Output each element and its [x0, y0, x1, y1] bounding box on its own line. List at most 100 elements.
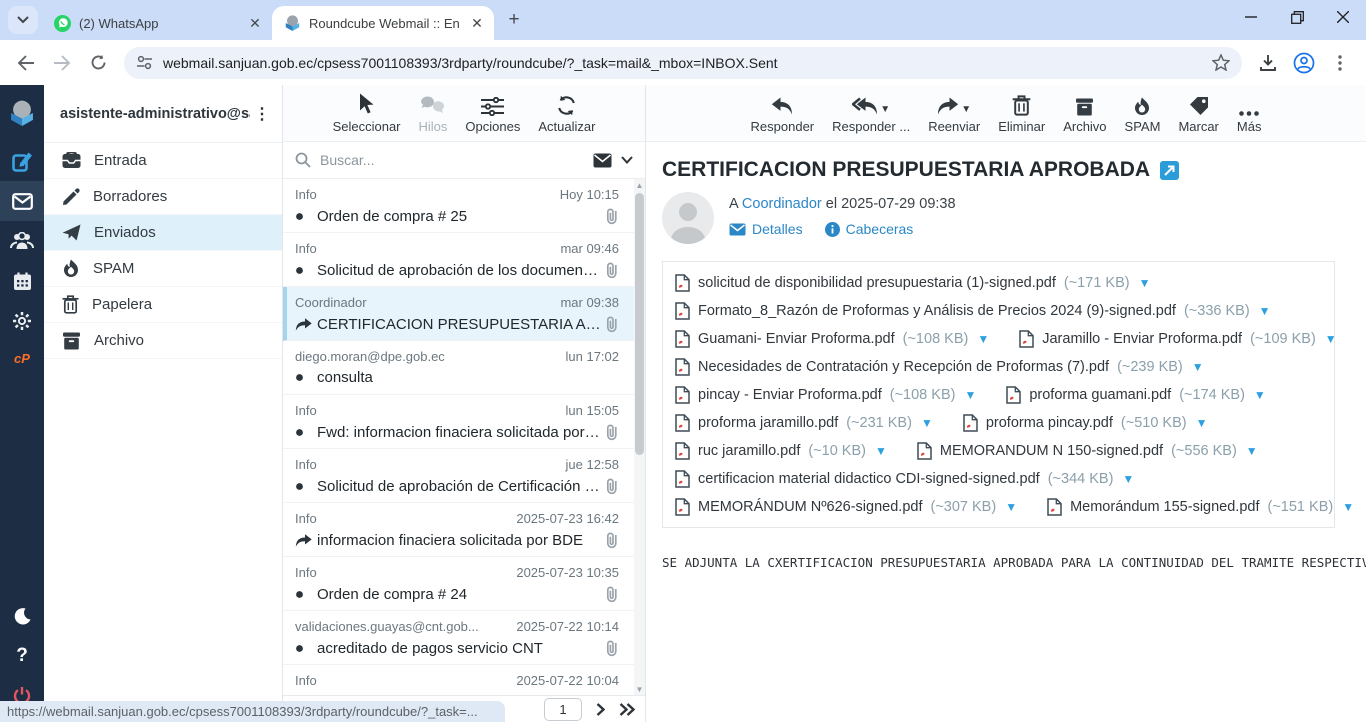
compose-button[interactable] [0, 141, 44, 181]
dark-mode-button[interactable] [0, 596, 44, 636]
list-toolbar-seleccionar-button[interactable]: Seleccionar [333, 92, 401, 134]
attachment-menu-caret[interactable]: ▼ [1139, 276, 1151, 290]
attachment-link[interactable]: Jaramillo - Enviar Proforma.pdf(~109 KB)… [1019, 330, 1336, 348]
account-email: asistente-administrativo@sa... [60, 106, 250, 122]
attachment-menu-caret[interactable]: ▼ [964, 388, 976, 402]
message-toolbar-ms-button[interactable]: Más [1237, 92, 1262, 134]
browser-menu-button[interactable] [1324, 47, 1356, 79]
attachment-menu-caret[interactable]: ▼ [1196, 416, 1208, 430]
new-tab-button[interactable]: + [500, 6, 528, 34]
account-menu-icon[interactable]: ⋮ [250, 102, 274, 126]
dropdown-caret-icon[interactable]: ▼ [961, 104, 971, 116]
attachment-link[interactable]: Guamani- Enviar Proforma.pdf(~108 KB)▼ [675, 330, 989, 348]
open-in-new-window-icon[interactable] [1160, 161, 1179, 180]
tab-whatsapp[interactable]: (2) WhatsApp ✕ [42, 6, 272, 40]
dropdown-caret-icon[interactable]: ▼ [880, 104, 890, 116]
folder-item-spam[interactable]: SPAM [44, 251, 282, 287]
search-options-chevron-icon[interactable] [621, 156, 633, 164]
message-row[interactable]: Infolun 15:05Fwd: informacion finaciera … [283, 395, 645, 449]
attachment-link[interactable]: proforma guamani.pdf(~174 KB)▼ [1006, 386, 1265, 404]
tab-search-button[interactable] [8, 6, 38, 34]
minimize-button[interactable] [1228, 0, 1274, 34]
account-header[interactable]: asistente-administrativo@sa... ⋮ [44, 85, 282, 143]
bookmark-star-icon[interactable] [1212, 54, 1230, 71]
message-row[interactable]: Coordinadormar 09:38CERTIFICACION PRESUP… [283, 287, 645, 341]
last-page-icon[interactable] [619, 703, 635, 716]
close-tab-icon[interactable]: ✕ [468, 14, 486, 32]
headers-toggle[interactable]: Cabeceras [825, 221, 914, 237]
tab-roundcube[interactable]: Roundcube Webmail :: Enviados ✕ [272, 6, 494, 40]
calendar-nav-button[interactable] [0, 261, 44, 301]
attachment-link[interactable]: MEMORANDUM N 150-signed.pdf(~556 KB)▼ [917, 442, 1258, 460]
list-scrollbar[interactable]: ▲ ▼ [634, 179, 645, 695]
message-row[interactable]: Infomar 09:46Solicitud de aprobación de … [283, 233, 645, 287]
folder-item-archivo[interactable]: Archivo [44, 323, 282, 359]
attachment-link[interactable]: proforma pincay.pdf(~510 KB)▼ [963, 414, 1208, 432]
next-page-icon[interactable] [596, 703, 605, 716]
search-scope-mail-icon[interactable] [593, 153, 612, 168]
message-row[interactable]: diego.moran@dpe.gob.eclun 17:02consulta [283, 341, 645, 395]
cpanel-button[interactable]: cP [0, 341, 44, 375]
message-row[interactable]: validaciones.guayas@cnt.gob...2025-07-22… [283, 611, 645, 665]
attachment-menu-caret[interactable]: ▼ [1325, 332, 1337, 346]
message-toolbar-eliminar-button[interactable]: Eliminar [998, 92, 1045, 134]
message-toolbar-marcar-button[interactable]: Marcar [1178, 92, 1218, 134]
help-button[interactable]: ? [0, 636, 44, 676]
message-toolbar-archivo-button[interactable]: Archivo [1063, 92, 1106, 134]
site-settings-icon[interactable] [136, 55, 153, 70]
message-toolbar-responder-button[interactable]: Responder [751, 92, 815, 134]
back-button[interactable] [10, 47, 42, 79]
folder-item-enviados[interactable]: Enviados [44, 215, 282, 251]
message-row[interactable]: Info2025-07-23 16:42informacion finacier… [283, 503, 645, 557]
page-number-input[interactable] [544, 698, 582, 721]
list-toolbar-hilos-button[interactable]: Hilos [419, 92, 448, 134]
details-toggle[interactable]: Detalles [729, 221, 803, 237]
message-row[interactable]: Info2025-07-23 10:35Orden de compra # 24 [283, 557, 645, 611]
attachment-menu-caret[interactable]: ▼ [1122, 472, 1134, 486]
message-toolbar-reenviar-button[interactable]: ▼Reenviar [928, 92, 980, 134]
profile-avatar[interactable] [1288, 47, 1320, 79]
attachment-link[interactable]: Memorándum 155-signed.pdf(~151 KB)▼ [1047, 498, 1354, 516]
list-toolbar-actualizar-button[interactable]: Actualizar [538, 92, 595, 134]
address-bar[interactable]: webmail.sanjuan.gob.ec/cpsess7001108393/… [124, 47, 1242, 79]
attachment-menu-caret[interactable]: ▼ [1342, 500, 1354, 514]
attachment-menu-caret[interactable]: ▼ [977, 332, 989, 346]
url-text[interactable]: webmail.sanjuan.gob.ec/cpsess7001108393/… [163, 55, 1202, 71]
message-row[interactable]: Info2025-07-22 10:04 [283, 665, 645, 695]
search-input[interactable] [320, 152, 584, 168]
attachment-menu-caret[interactable]: ▼ [1246, 444, 1258, 458]
attachment-link[interactable]: Formato_8_Razón de Proformas y Análisis … [675, 302, 1271, 320]
contacts-nav-button[interactable] [0, 221, 44, 261]
message-toolbar-spam-button[interactable]: SPAM [1125, 92, 1161, 134]
list-toolbar-opciones-button[interactable]: Opciones [465, 92, 520, 134]
recipient-link[interactable]: Coordinador [742, 196, 822, 212]
attachment-link[interactable]: pincay - Enviar Proforma.pdf(~108 KB)▼ [675, 386, 976, 404]
restore-button[interactable] [1274, 0, 1320, 34]
close-tab-icon[interactable]: ✕ [246, 14, 264, 32]
scrollbar-thumb[interactable] [635, 193, 644, 455]
attachment-menu-caret[interactable]: ▼ [1254, 388, 1266, 402]
folder-item-borradores[interactable]: Borradores [44, 179, 282, 215]
downloads-button[interactable] [1252, 47, 1284, 79]
folder-item-entrada[interactable]: Entrada [44, 143, 282, 179]
attachment-link[interactable]: solicitud de disponibilidad presupuestar… [675, 274, 1150, 292]
reload-button[interactable] [82, 47, 114, 79]
attachment-link[interactable]: Necesidades de Contratación y Recepción … [675, 358, 1204, 376]
attachment-menu-caret[interactable]: ▼ [1259, 304, 1271, 318]
message-row[interactable]: InfoHoy 10:15Orden de compra # 25 [283, 179, 645, 233]
attachment-link[interactable]: MEMORÁNDUM Nº626-signed.pdf(~307 KB)▼ [675, 498, 1017, 516]
attachment-menu-caret[interactable]: ▼ [1192, 360, 1204, 374]
attachment-link[interactable]: proforma jaramillo.pdf(~231 KB)▼ [675, 414, 933, 432]
attachment-menu-caret[interactable]: ▼ [875, 444, 887, 458]
folder-item-papelera[interactable]: Papelera [44, 287, 282, 323]
close-window-button[interactable] [1320, 0, 1366, 34]
message-toolbar-responder-button[interactable]: ▼Responder ... [832, 92, 910, 134]
attachment-menu-caret[interactable]: ▼ [1005, 500, 1017, 514]
message-row[interactable]: Infojue 12:58Solicitud de aprobación de … [283, 449, 645, 503]
forward-button[interactable] [46, 47, 78, 79]
settings-nav-button[interactable] [0, 301, 44, 341]
mail-nav-button[interactable] [0, 181, 44, 221]
attachment-menu-caret[interactable]: ▼ [921, 416, 933, 430]
attachment-link[interactable]: ruc jaramillo.pdf(~10 KB)▼ [675, 442, 887, 460]
attachment-link[interactable]: certificacion material didactico CDI-sig… [675, 470, 1134, 488]
